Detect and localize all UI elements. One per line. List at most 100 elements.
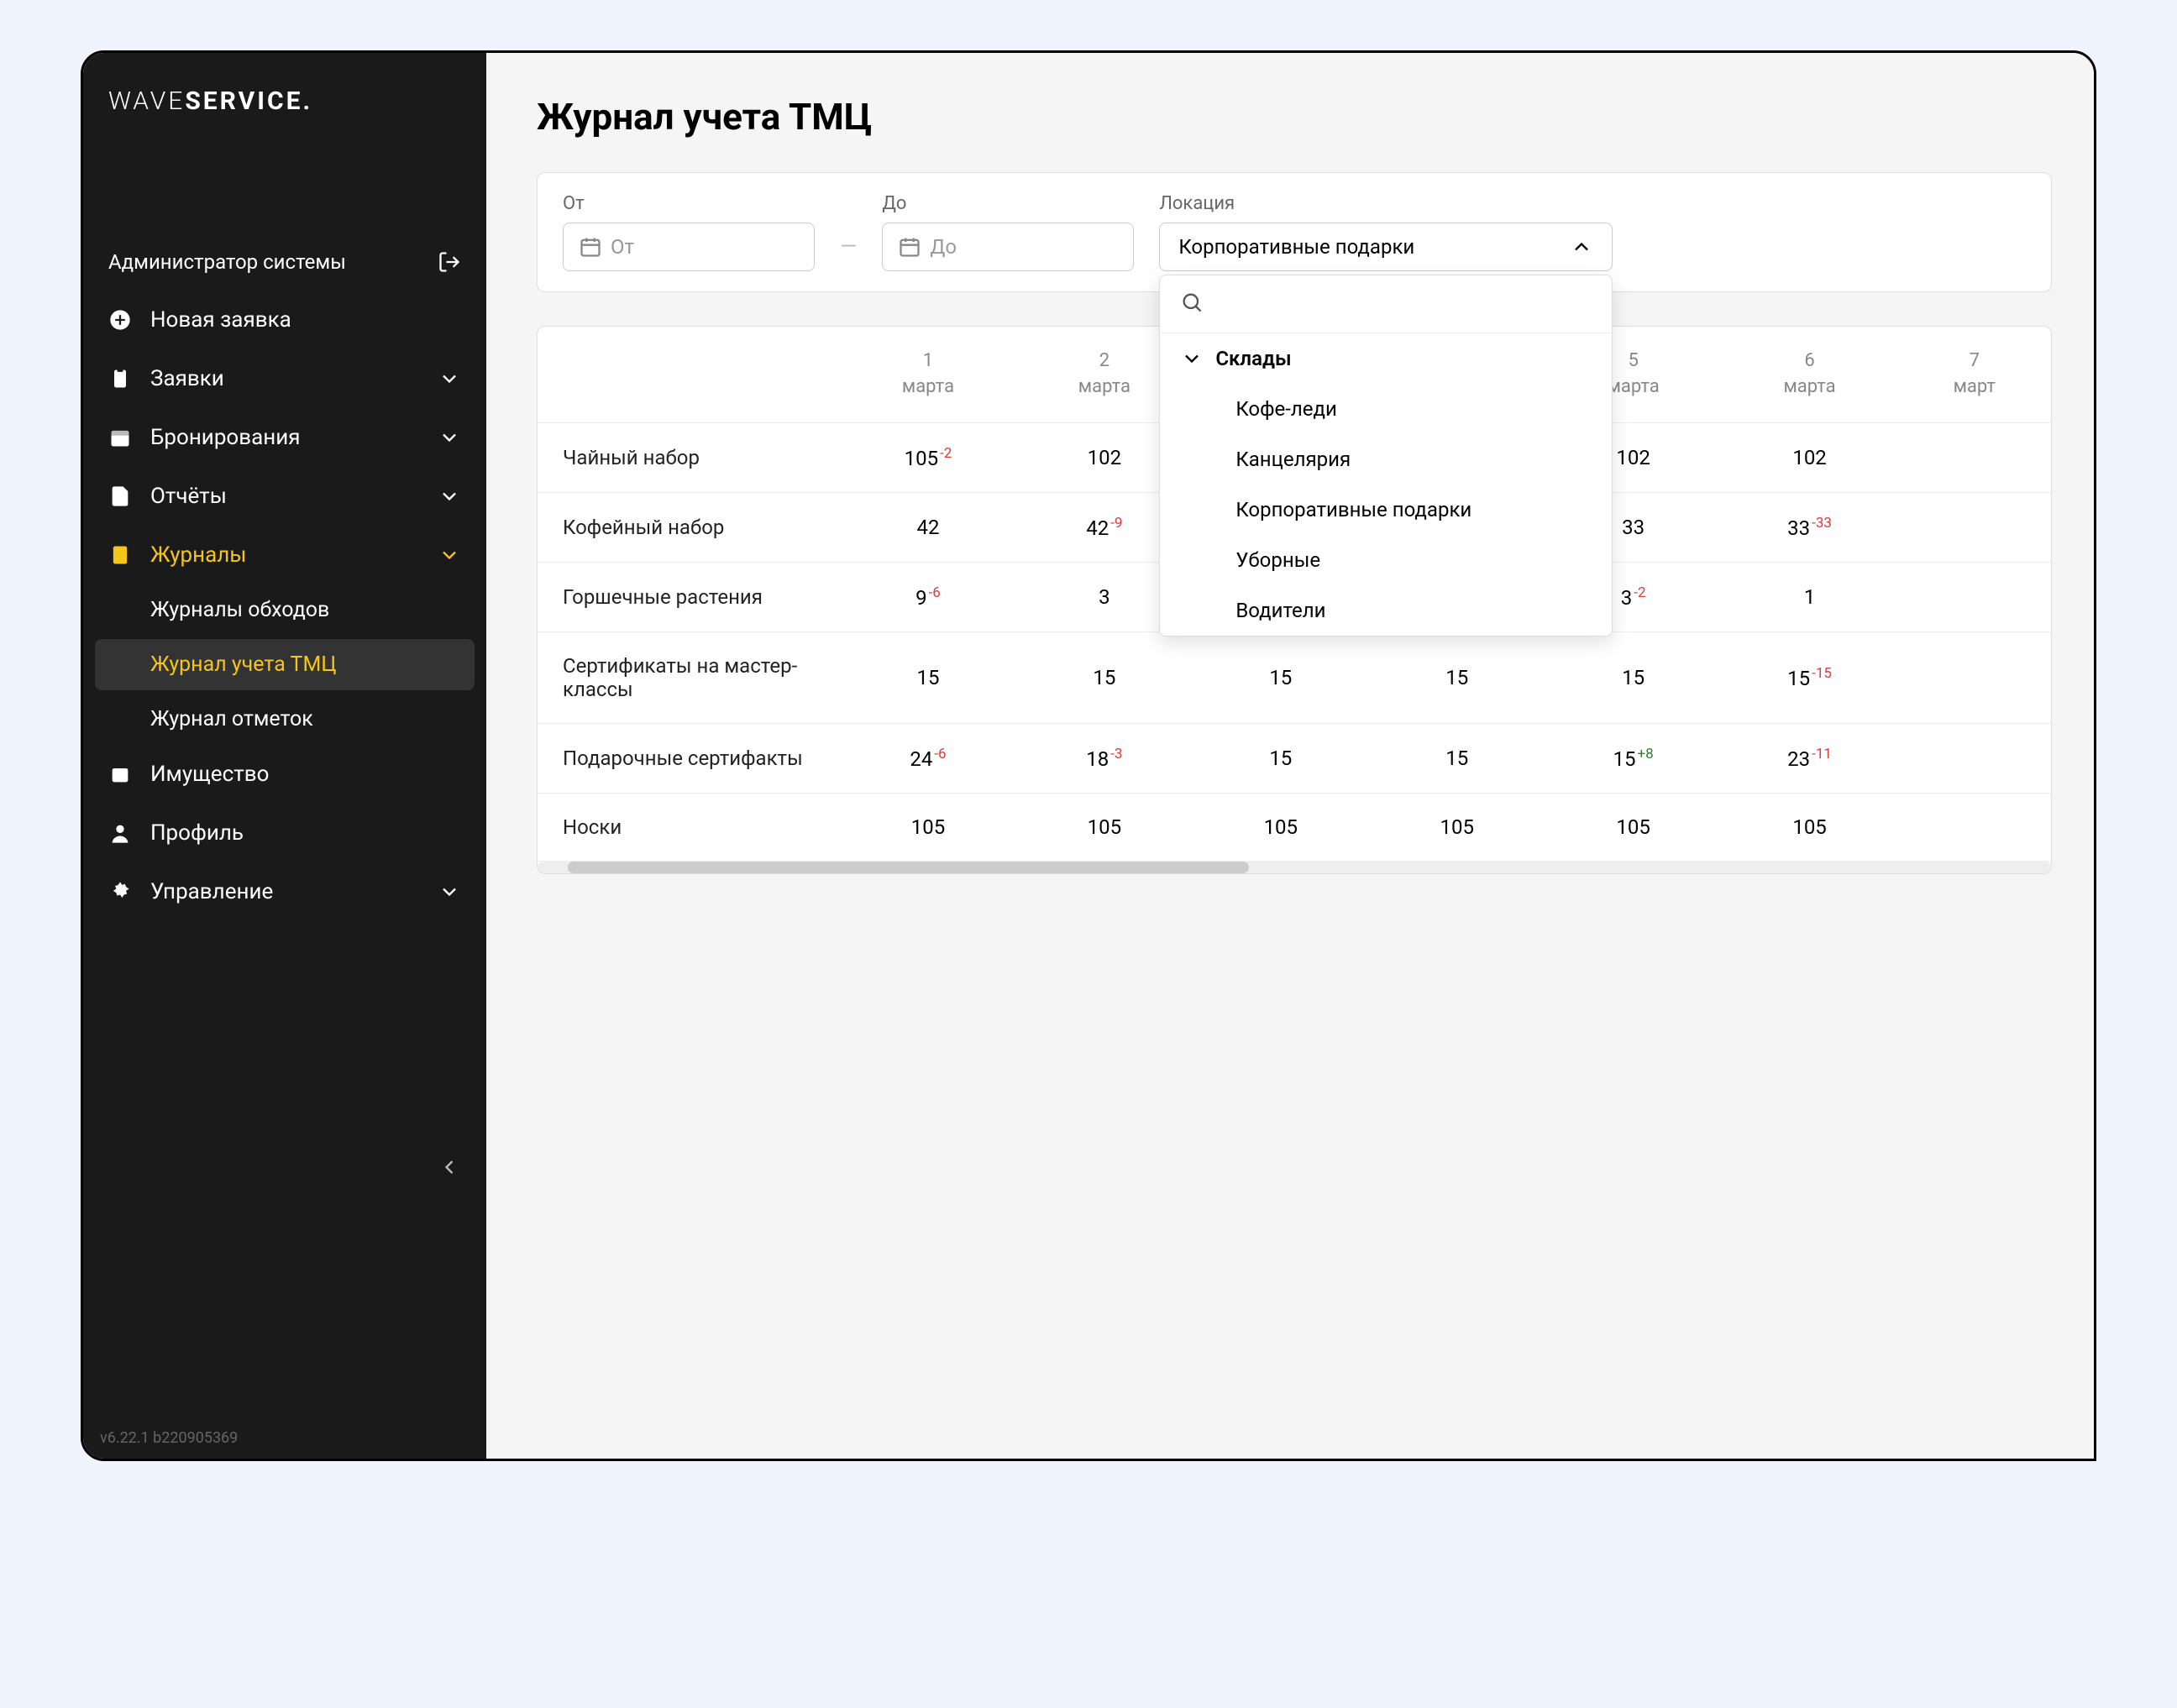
plus-circle-icon [108,308,132,332]
journal-icon [108,543,132,567]
row-name: Сертификаты на мастер-классы [538,631,840,723]
cell-value: 15 [1369,631,1545,723]
cell-value: 18-3 [1016,723,1193,793]
table-row: Носки105105105105105105 [538,793,2051,861]
nav-reports[interactable]: Отчёты [83,467,486,526]
cell-value [1898,793,2051,861]
location-value: Корпоративные подарки [1178,235,1414,259]
box-icon [108,762,132,786]
nav-management[interactable]: Управление [83,862,486,921]
person-icon [108,821,132,845]
nav-sub-rounds[interactable]: Журналы обходов [83,584,486,636]
app-frame: WAVESERVICE. Администратор системы Новая… [81,50,2096,1461]
nav-label: Имущество [150,762,269,787]
cell-value: 105-2 [840,422,1016,492]
brand-logo: WAVESERVICE. [83,53,486,149]
gear-icon [108,880,132,904]
cell-value: 9-6 [840,562,1016,631]
row-name: Кофейный набор [538,492,840,562]
location-select[interactable]: Корпоративные подарки [1159,223,1613,271]
scrollbar-thumb[interactable] [568,862,1249,873]
clipboard-icon [108,367,132,390]
cell-value [1898,631,2051,723]
document-icon [108,485,132,508]
user-role-label: Администратор системы [108,250,346,274]
cell-value: 24-6 [840,723,1016,793]
row-name: Чайный набор [538,422,840,492]
cell-value [1898,422,2051,492]
cell-value: 102 [1722,422,1898,492]
calendar-icon [898,235,921,259]
cell-value: 23-11 [1722,723,1898,793]
version-label: v6.22.1 b220905369 [83,1417,486,1459]
cell-value [1898,492,2051,562]
cell-value: 1 [1722,562,1898,631]
chevron-up-icon [1570,235,1593,259]
page-title: Журнал учета ТМЦ [537,95,2052,139]
from-placeholder: От [611,235,634,259]
collapse-sidebar[interactable] [83,1145,486,1194]
dropdown-item[interactable]: Канцелярия [1160,434,1612,485]
nav-sub-marks[interactable]: Журнал отметок [83,694,486,745]
row-name: Носки [538,793,840,861]
cell-value: 105 [1545,793,1722,861]
cell-value: 15 [1545,631,1722,723]
from-label: От [563,193,815,214]
range-dash: — [840,234,857,271]
cell-value: 15-15 [1722,631,1898,723]
column-header: 7март [1898,327,2051,422]
horizontal-scrollbar[interactable] [538,862,2051,873]
cell-value: 105 [1722,793,1898,861]
cell-value: 15 [1193,631,1369,723]
chevron-left-icon [438,1155,461,1179]
chevron-down-icon [438,880,461,904]
chevron-down-icon [438,367,461,390]
location-dropdown: Склады Кофе-ледиКанцелярияКорпоративные … [1159,275,1613,637]
dropdown-item[interactable]: Водители [1160,585,1612,636]
dropdown-group-toggle[interactable]: Склады [1160,333,1612,384]
cell-value: 105 [1369,793,1545,861]
cell-value: 105 [840,793,1016,861]
nav-assets[interactable]: Имущество [83,745,486,804]
user-row: Администратор системы [83,233,486,291]
chevron-down-icon [438,485,461,508]
nav-label: Журналы [150,542,246,568]
cell-value: 15 [840,631,1016,723]
to-label: До [882,193,1134,214]
from-date-input[interactable]: От [563,223,815,271]
nav-journals[interactable]: Журналы [83,526,486,584]
filters-panel: От От — До До Локация Корпоративные пода… [537,172,2052,292]
cell-value [1898,723,2051,793]
location-label: Локация [1159,193,1613,214]
nav-label: Управление [150,879,273,904]
nav-label: Заявки [150,366,224,391]
cell-value: 105 [1193,793,1369,861]
calendar-icon [108,426,132,449]
nav-profile[interactable]: Профиль [83,804,486,862]
main-content: Журнал учета ТМЦ От От — До До Локация [486,53,2094,1459]
table-row: Подарочные сертифакты24-618-3151515+823-… [538,723,2051,793]
to-date-input[interactable]: До [882,223,1134,271]
cell-value: 42 [840,492,1016,562]
cell-value: 33-33 [1722,492,1898,562]
brand-part1: WAVE [108,86,185,116]
to-placeholder: До [930,235,957,259]
nav-requests[interactable]: Заявки [83,349,486,408]
nav-new-request[interactable]: Новая заявка [83,291,486,349]
chevron-down-icon [438,543,461,567]
dropdown-item[interactable]: Кофе-леди [1160,384,1612,434]
dropdown-item[interactable]: Уборные [1160,535,1612,585]
dropdown-item[interactable]: Корпоративные подарки [1160,485,1612,535]
logout-icon[interactable] [438,250,461,274]
cell-value: 15 [1193,723,1369,793]
dropdown-search[interactable] [1160,275,1612,333]
cell-value: 15 [1369,723,1545,793]
nav-bookings[interactable]: Бронирования [83,408,486,467]
chevron-down-icon [438,426,461,449]
nav-label: Бронирования [150,425,301,450]
row-name: Горшечные растения [538,562,840,631]
calendar-icon [579,235,602,259]
cell-value [1898,562,2051,631]
nav-label: Профиль [150,820,244,846]
nav-sub-tmc[interactable]: Журнал учета ТМЦ [95,639,475,690]
